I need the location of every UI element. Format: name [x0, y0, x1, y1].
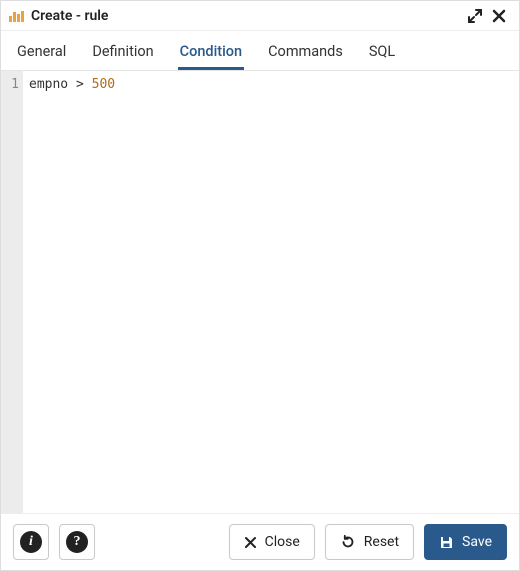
close-icon[interactable] — [487, 4, 511, 28]
tab-general[interactable]: General — [15, 43, 68, 70]
footer: i ? Close Reset Save — [1, 514, 519, 570]
save-button-label: Save — [462, 534, 492, 550]
titlebar: Create - rule — [1, 1, 519, 31]
code-editor[interactable]: 1 empno > 500 — [1, 71, 519, 514]
line-number: 1 — [1, 77, 19, 92]
close-button[interactable]: Close — [229, 524, 315, 560]
window-title: Create - rule — [31, 8, 108, 24]
tab-definition[interactable]: Definition — [90, 43, 155, 70]
info-button[interactable]: i — [13, 524, 49, 560]
x-icon — [244, 536, 257, 549]
tab-commands[interactable]: Commands — [266, 43, 345, 70]
token-number: 500 — [92, 77, 115, 92]
help-icon: ? — [66, 531, 88, 553]
rule-icon — [9, 10, 25, 22]
help-button[interactable]: ? — [59, 524, 95, 560]
token-operator: > — [76, 77, 84, 92]
reset-button[interactable]: Reset — [325, 524, 414, 560]
reset-button-label: Reset — [364, 534, 399, 550]
create-rule-dialog: Create - rule General Definition Conditi… — [0, 0, 520, 571]
tab-condition[interactable]: Condition — [178, 43, 244, 70]
line-gutter: 1 — [1, 71, 23, 513]
save-icon — [439, 535, 454, 550]
reset-icon — [340, 534, 356, 550]
tab-sql[interactable]: SQL — [367, 43, 397, 70]
code-content[interactable]: empno > 500 — [23, 71, 519, 513]
expand-icon[interactable] — [463, 4, 487, 28]
tab-bar: General Definition Condition Commands SQ… — [1, 31, 519, 71]
close-button-label: Close — [265, 534, 300, 550]
info-icon: i — [20, 531, 42, 553]
token-identifier: empno — [29, 77, 68, 92]
save-button[interactable]: Save — [424, 524, 507, 560]
